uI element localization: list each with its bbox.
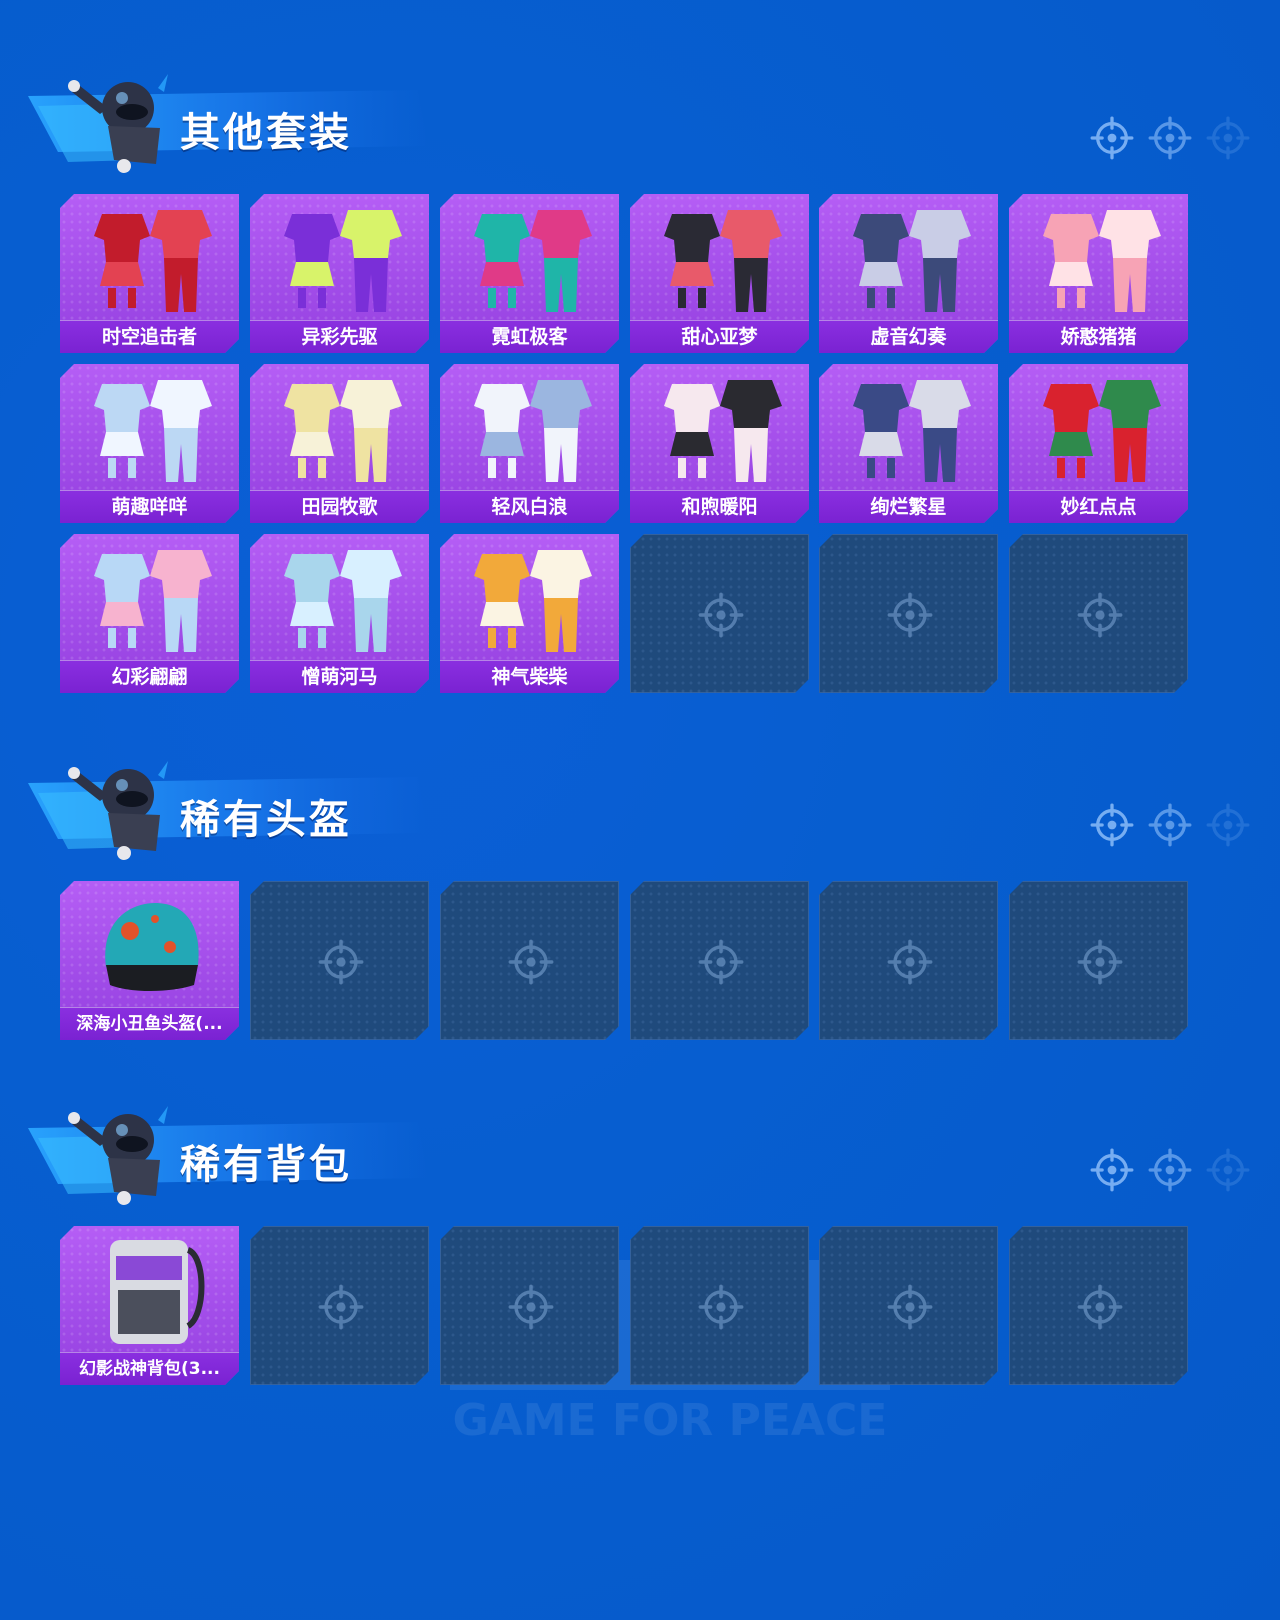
item-label: 和煦暖阳 [630, 490, 809, 523]
section-banner: 其他套装 [28, 68, 448, 178]
item-card[interactable]: 幻彩翩翩 [60, 534, 239, 693]
empty-slot [1009, 881, 1188, 1040]
section-title: 其他套装 [180, 110, 352, 156]
crosshair-icon [887, 939, 933, 985]
item-label: 绚烂繁星 [819, 490, 998, 523]
crosshair-icon [1206, 803, 1250, 847]
item-label: 甜心亚梦 [630, 320, 809, 353]
suit-outfit-icon [630, 194, 809, 318]
empty-slot [819, 881, 998, 1040]
suit-outfit-icon [250, 534, 429, 658]
suit-outfit-icon [440, 364, 619, 488]
item-card[interactable]: 妙红点点 [1009, 364, 1188, 523]
crosshair-icon [1206, 116, 1250, 160]
item-card[interactable]: 神气柴柴 [440, 534, 619, 693]
helmet-icon [60, 881, 239, 1005]
item-card[interactable]: 憎萌河马 [250, 534, 429, 693]
item-label: 神气柴柴 [440, 660, 619, 693]
item-card[interactable]: 深海小丑鱼头盔(... [60, 881, 239, 1040]
crosshair-icon [1148, 116, 1192, 160]
item-card[interactable]: 轻风白浪 [440, 364, 619, 523]
suit-outfit-icon [1009, 194, 1188, 318]
item-label: 深海小丑鱼头盔(... [60, 1007, 239, 1040]
suit-outfit-icon [440, 534, 619, 658]
item-label: 娇憨猪猪 [1009, 320, 1188, 353]
empty-slot [630, 881, 809, 1040]
item-card[interactable]: 田园牧歌 [250, 364, 429, 523]
item-label: 田园牧歌 [250, 490, 429, 523]
crosshair-icon [1148, 803, 1192, 847]
crosshair-icon [1090, 1148, 1134, 1192]
item-card[interactable]: 虚音幻奏 [819, 194, 998, 353]
crosshair-icon [1090, 803, 1134, 847]
decor-reticles [1076, 803, 1250, 853]
item-label: 轻风白浪 [440, 490, 619, 523]
crosshair-icon [1077, 592, 1123, 638]
section-title: 稀有头盔 [180, 797, 352, 843]
item-label: 虚音幻奏 [819, 320, 998, 353]
empty-slot [250, 1226, 429, 1385]
crosshair-icon [698, 592, 744, 638]
crosshair-icon [1090, 116, 1134, 160]
section-banner: 稀有背包 [28, 1100, 448, 1210]
item-card[interactable]: 绚烂繁星 [819, 364, 998, 523]
crosshair-icon [1148, 1148, 1192, 1192]
suit-outfit-icon [60, 194, 239, 318]
item-card[interactable]: 萌趣咩咩 [60, 364, 239, 523]
crosshair-icon [508, 939, 554, 985]
crosshair-icon [1206, 1148, 1250, 1192]
suit-outfit-icon [60, 534, 239, 658]
empty-slot [630, 534, 809, 693]
empty-slot [250, 881, 429, 1040]
crosshair-icon [887, 1284, 933, 1330]
crosshair-icon [1077, 939, 1123, 985]
suit-outfit-icon [819, 364, 998, 488]
section-banner: 稀有头盔 [28, 755, 448, 865]
empty-slot [630, 1226, 809, 1385]
crosshair-icon [698, 1284, 744, 1330]
suit-outfit-icon [60, 364, 239, 488]
item-label: 憎萌河马 [250, 660, 429, 693]
crosshair-icon [318, 939, 364, 985]
suit-outfit-icon [630, 364, 809, 488]
empty-slot [1009, 534, 1188, 693]
item-label: 幻影战神背包(3... [60, 1352, 239, 1385]
crosshair-icon [887, 592, 933, 638]
item-label: 异彩先驱 [250, 320, 429, 353]
item-label: 霓虹极客 [440, 320, 619, 353]
suit-outfit-icon [250, 194, 429, 318]
section-title: 稀有背包 [180, 1142, 352, 1188]
item-label: 妙红点点 [1009, 490, 1188, 523]
empty-slot [440, 1226, 619, 1385]
crosshair-icon [318, 1284, 364, 1330]
empty-slot [819, 1226, 998, 1385]
suit-outfit-icon [440, 194, 619, 318]
crosshair-icon [1077, 1284, 1123, 1330]
crosshair-icon [508, 1284, 554, 1330]
item-card[interactable]: 甜心亚梦 [630, 194, 809, 353]
suit-outfit-icon [1009, 364, 1188, 488]
suit-outfit-icon [250, 364, 429, 488]
crosshair-icon [698, 939, 744, 985]
decor-reticles [1076, 116, 1250, 166]
empty-slot [819, 534, 998, 693]
item-card[interactable]: 霓虹极客 [440, 194, 619, 353]
item-card[interactable]: 异彩先驱 [250, 194, 429, 353]
item-card[interactable]: 时空追击者 [60, 194, 239, 353]
item-card[interactable]: 幻影战神背包(3... [60, 1226, 239, 1385]
item-card[interactable]: 和煦暖阳 [630, 364, 809, 523]
svg-text:GAME FOR PEACE: GAME FOR PEACE [453, 1395, 888, 1446]
item-label: 幻彩翩翩 [60, 660, 239, 693]
backpack-icon [60, 1226, 239, 1350]
item-card[interactable]: 娇憨猪猪 [1009, 194, 1188, 353]
empty-slot [440, 881, 619, 1040]
item-label: 时空追击者 [60, 320, 239, 353]
decor-reticles [1076, 1148, 1250, 1198]
suit-outfit-icon [819, 194, 998, 318]
item-label: 萌趣咩咩 [60, 490, 239, 523]
empty-slot [1009, 1226, 1188, 1385]
